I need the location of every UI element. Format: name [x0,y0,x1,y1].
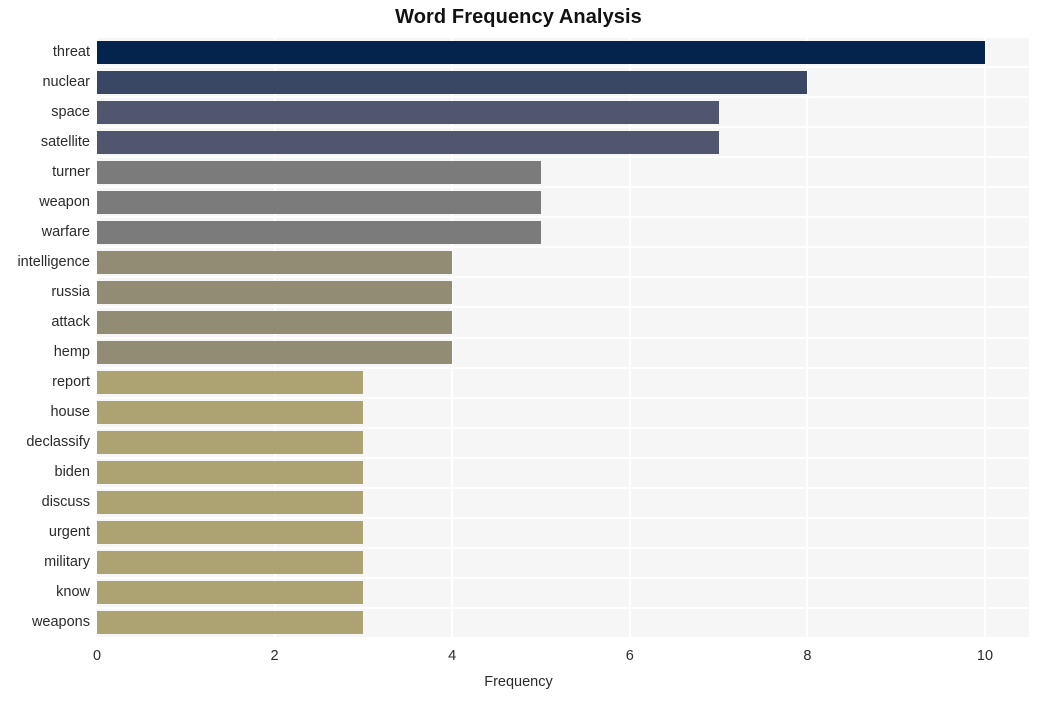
gridline-horizontal [97,276,1029,279]
y-tick-label-turner: turner [52,163,90,180]
y-tick-label-urgent: urgent [48,524,90,541]
x-tick-label-10: 10 [976,648,994,664]
bar-report[interactable] [97,371,364,395]
bar-know[interactable] [97,581,364,605]
bar-space[interactable] [97,100,719,124]
x-tick-label-4: 4 [448,648,457,664]
bar-weapon[interactable] [97,190,541,214]
bar-urgent[interactable] [97,521,364,545]
bar-house[interactable] [97,401,364,425]
y-tick-label-weapon: weapon [39,193,90,210]
gridline-horizontal [97,306,1029,309]
y-tick-label-space: space [51,103,90,120]
gridline-horizontal [97,516,1029,519]
bar-weapons[interactable] [97,611,364,635]
y-tick-label-discuss: discuss [41,494,90,511]
y-tick-label-satellite: satellite [40,133,90,150]
y-tick-label-threat: threat [52,43,90,60]
gridline-horizontal [97,216,1029,219]
y-tick-label-nuclear: nuclear [42,73,90,90]
gridline-horizontal [97,36,1029,38]
bar-russia[interactable] [97,280,453,304]
bar-military[interactable] [97,551,364,575]
gridline-horizontal [97,246,1029,249]
bar-discuss[interactable] [97,491,364,515]
y-tick-label-hemp: hemp [53,344,90,361]
bar-turner[interactable] [97,160,541,184]
y-tick-label-weapons: weapons [31,614,90,631]
gridline-horizontal [97,366,1029,369]
chart-title: Word Frequency Analysis [395,6,642,28]
gridline-horizontal [97,606,1029,609]
bar-attack[interactable] [97,310,453,334]
word-frequency-chart: Word Frequency Analysis threat nuclear spa… [0,0,1037,701]
gridline-horizontal [97,546,1029,549]
y-tick-label-know: know [56,584,90,601]
gridline-horizontal [97,336,1029,339]
gridline-horizontal [97,637,1029,639]
y-tick-label-russia: russia [51,283,90,300]
y-tick-label-warfare: warfare [41,223,90,240]
gridline-horizontal [97,126,1029,129]
gridline-horizontal [97,66,1029,69]
bar-hemp[interactable] [97,341,453,365]
y-tick-label-biden: biden [54,464,90,481]
plot-area [96,36,1029,639]
bar-declassify[interactable] [97,431,364,455]
y-tick-label-attack: attack [51,313,90,330]
bar-biden[interactable] [97,461,364,485]
gridline-horizontal [97,486,1029,489]
y-tick-label-intelligence: intelligence [17,253,90,270]
x-axis-title: Frequency [484,674,553,690]
y-tick-label-report: report [52,374,90,391]
y-tick-label-declassify: declassify [26,434,90,451]
gridline-horizontal [97,96,1029,99]
gridline-horizontal [97,456,1029,459]
gridline-horizontal [97,576,1029,579]
bar-satellite[interactable] [97,130,719,154]
bar-intelligence[interactable] [97,250,453,274]
gridline-horizontal [97,156,1029,159]
bar-warfare[interactable] [97,220,541,244]
gridline-horizontal [97,186,1029,189]
y-tick-label-military: military [44,554,90,571]
x-tick-label-2: 2 [270,648,279,664]
x-tick-label-6: 6 [625,648,634,664]
y-tick-label-house: house [50,404,90,421]
bar-nuclear[interactable] [97,70,808,94]
gridline-horizontal [97,426,1029,429]
x-tick-label-8: 8 [803,648,812,664]
x-tick-label-0: 0 [92,648,102,664]
gridline-horizontal [97,396,1029,399]
bar-threat[interactable] [97,40,985,64]
